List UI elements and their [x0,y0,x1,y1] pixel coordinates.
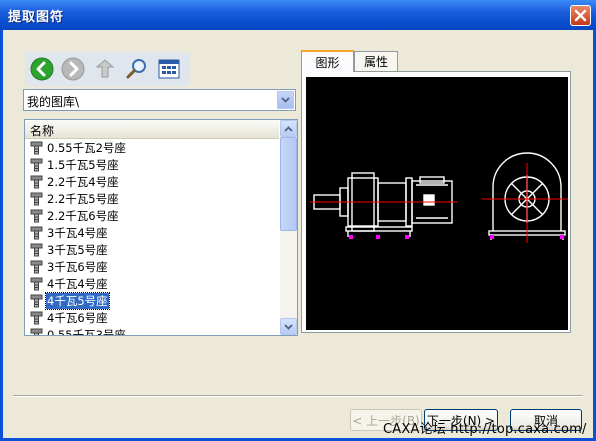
part-symbol-icon [29,140,44,155]
chevron-up-icon [284,125,293,132]
list-item[interactable]: 3千瓦5号座 [26,241,278,258]
part-symbol-icon [29,191,44,206]
tab-graphic[interactable]: 图形 [301,50,354,72]
title-bar[interactable]: 提取图符 [0,0,596,30]
list-item-label: 0.55千瓦3号座 [47,327,126,336]
list-item[interactable]: 2.2千瓦6号座 [26,207,278,224]
list-item[interactable]: 4千瓦6号座 [26,309,278,326]
combo-dropdown-button[interactable] [277,91,294,109]
search-icon[interactable] [124,56,150,82]
dialog-separator [13,395,583,397]
motor-drawing [310,152,568,243]
list-item[interactable]: 3千瓦4号座 [26,224,278,241]
list-item-label: 3千瓦5号座 [47,242,108,257]
scroll-up-button[interactable] [280,120,297,137]
view-mode-icon[interactable] [156,56,182,82]
part-symbol-icon [29,225,44,240]
scroll-thumb[interactable] [280,137,297,231]
list-item-label: 4千瓦4号座 [47,276,108,291]
list-item[interactable]: 0.55千瓦2号座 [26,139,278,156]
list-item-label: 4千瓦6号座 [47,310,108,325]
list-item[interactable]: 3千瓦6号座 [26,258,278,275]
list-item-label: 2.2千瓦5号座 [47,191,119,206]
list-item[interactable]: 2.2千瓦4号座 [26,173,278,190]
part-symbol-icon [29,259,44,274]
close-button[interactable] [570,5,591,26]
chevron-down-icon [284,323,293,330]
list-item[interactable]: 4千瓦5号座 [26,291,278,310]
column-name-header: 名称 [30,124,55,138]
part-symbol-icon [29,157,44,172]
symbol-preview [306,77,568,330]
window-title: 提取图符 [8,10,65,25]
forward-icon[interactable] [60,56,86,82]
chevron-down-icon [281,97,290,103]
part-symbol-icon [29,327,44,335]
list-item[interactable]: 4千瓦4号座 [26,275,278,292]
list-vertical-scrollbar[interactable] [280,120,297,335]
part-symbol-icon [29,208,44,223]
close-icon [574,9,587,22]
tab-panel-graphic [301,71,571,333]
part-symbol-icon [29,310,44,325]
symbol-list[interactable]: 名称 0.55千瓦2号座 1.5千瓦5号座 2.2千瓦4号座 2.2千瓦5号座 2.2千… [24,119,298,336]
list-column-header[interactable]: 名称 [25,120,279,139]
dialog-window: 提取图符 我的图库\ 名称 0.55千瓦2号座 1.5千瓦5号座 2.2千瓦4号… [0,0,596,441]
part-symbol-icon [29,242,44,257]
part-symbol-icon [29,276,44,291]
up-folder-icon[interactable] [92,56,118,82]
list-item-label: 3千瓦6号座 [47,259,108,274]
list-item-label: 2.2千瓦6号座 [47,208,119,223]
library-path-value: 我的图库\ [27,95,80,109]
list-item-label: 1.5千瓦5号座 [47,157,119,172]
library-path-combo[interactable]: 我的图库\ [23,89,296,111]
part-symbol-icon [29,174,44,189]
list-item-label: 4千瓦5号座 [45,291,110,310]
navigation-toolbar [25,52,190,86]
dialog-client-area: 我的图库\ 名称 0.55千瓦2号座 1.5千瓦5号座 2.2千瓦4号座 2.2千瓦5… [3,30,593,438]
back-icon[interactable] [29,56,55,82]
list-item[interactable]: 2.2千瓦5号座 [26,190,278,207]
tab-properties[interactable]: 属性 [354,51,398,71]
scroll-down-button[interactable] [280,318,297,335]
list-item-label: 2.2千瓦4号座 [47,174,119,189]
list-item[interactable]: 1.5千瓦5号座 [26,156,278,173]
list-item-label: 3千瓦4号座 [47,225,108,240]
list-item[interactable]: 0.55千瓦3号座 [26,326,278,336]
forum-watermark: CAXA论坛 http://top.caxa.com/ [383,422,587,437]
part-symbol-icon [29,293,44,308]
list-item-label: 0.55千瓦2号座 [47,140,126,155]
